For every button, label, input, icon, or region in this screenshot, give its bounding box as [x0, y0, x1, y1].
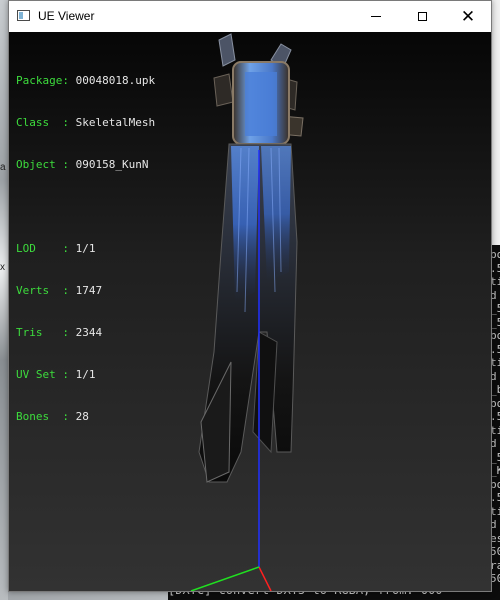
info-bones: Bones : 28	[16, 410, 89, 423]
app-window-icon	[17, 10, 30, 21]
window-title: UE Viewer	[38, 9, 95, 23]
background-window-edge: a x	[0, 0, 8, 600]
title-bar[interactable]: UE Viewer ✕	[9, 1, 491, 32]
edge-glyph: x	[0, 262, 5, 273]
info-verts: Verts : 1747	[16, 284, 103, 297]
info-uvset: UV Set : 1/1	[16, 368, 96, 381]
minimize-button[interactable]	[353, 1, 399, 32]
mesh-info-overlay: Package: 00048018.upk Class : SkeletalMe…	[16, 46, 155, 452]
info-package: Package: 00048018.upk	[16, 74, 156, 87]
maximize-button[interactable]	[399, 1, 445, 32]
info-object: Object : 090158_KunN	[16, 158, 149, 171]
maximize-icon	[417, 12, 427, 21]
robe-highlight	[231, 146, 259, 302]
ue-viewer-window: UE Viewer ✕ Package: 00048018.upk Class …	[8, 0, 492, 592]
axis-x-line	[258, 566, 272, 591]
close-button[interactable]: ✕	[445, 1, 491, 32]
info-lod: LOD : 1/1	[16, 242, 96, 255]
chest-panel	[245, 72, 277, 136]
edge-glyph: a	[0, 162, 6, 173]
info-class: Class : SkeletalMesh	[16, 116, 156, 129]
3d-viewport[interactable]: Package: 00048018.upk Class : SkeletalMe…	[9, 32, 491, 591]
info-tris: Tris : 2344	[16, 326, 103, 339]
axis-y-line	[190, 566, 260, 591]
minimize-icon	[371, 16, 381, 17]
close-icon: ✕	[460, 7, 476, 26]
